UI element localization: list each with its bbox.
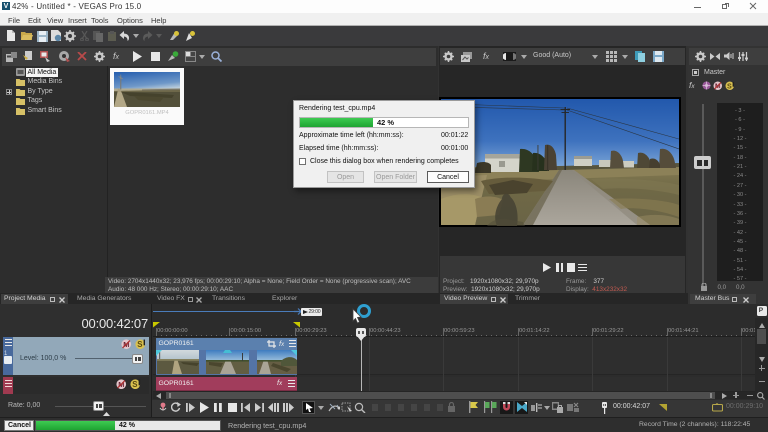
svg-text:S: S xyxy=(137,340,142,349)
svg-text:M: M xyxy=(715,83,721,90)
svg-text:S: S xyxy=(132,380,137,389)
svg-text:S: S xyxy=(727,82,732,90)
